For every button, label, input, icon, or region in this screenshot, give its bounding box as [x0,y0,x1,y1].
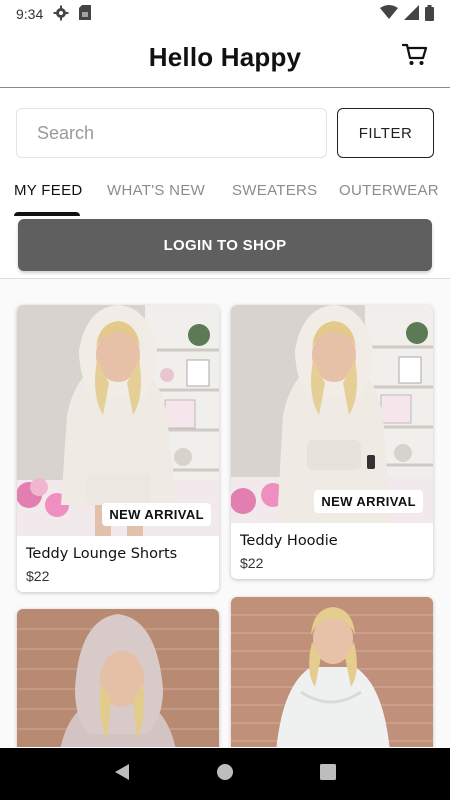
product-image [17,609,219,747]
product-price: $22 [26,568,50,584]
recents-icon [320,763,337,785]
back-button[interactable] [107,759,137,789]
product-card[interactable]: NEW ARRIVAL Teddy Hoodie $22 [231,305,433,579]
recents-button[interactable] [313,759,343,789]
tab-outerwear[interactable]: OUTERWEAR [339,182,439,199]
product-image: NEW ARRIVAL [17,305,219,536]
product-card[interactable] [17,609,219,747]
tab-active-indicator [14,212,80,216]
cart-button[interactable] [400,42,430,72]
product-image: NEW ARRIVAL [231,305,433,523]
home-icon [216,763,234,786]
login-to-shop-button[interactable]: LOGIN TO SHOP [18,219,432,271]
wifi-icon [380,5,398,23]
product-grid: NEW ARRIVAL Teddy Lounge Shorts $22 NEW … [0,279,450,747]
filter-button[interactable]: FILTER [337,108,434,158]
back-icon [114,763,130,786]
gear-icon [53,5,69,24]
app-header: Hello Happy [0,28,450,88]
sim-card-icon [79,5,92,23]
product-card[interactable] [231,597,433,747]
system-nav-bar [0,748,450,800]
new-arrival-badge: NEW ARRIVAL [314,490,423,513]
tab-sweaters[interactable]: SWEATERS [232,182,317,199]
signal-icon [404,5,419,23]
new-arrival-badge: NEW ARRIVAL [102,503,211,526]
product-image [231,597,433,747]
product-card[interactable]: NEW ARRIVAL Teddy Lounge Shorts $22 [17,305,219,592]
product-name: Teddy Lounge Shorts [26,546,178,562]
status-time: 9:34 [16,6,44,22]
battery-icon [425,4,434,24]
category-tabs: MY FEED WHAT'S NEW SWEATERS OUTERWEAR [0,172,450,216]
home-button[interactable] [210,759,240,789]
search-input[interactable]: Search [16,108,327,158]
cart-icon [401,43,428,72]
search-row: Search FILTER [16,108,434,160]
page-title: Hello Happy [148,42,302,72]
product-price: $22 [240,555,264,571]
tab-whats-new[interactable]: WHAT'S NEW [107,182,205,199]
tab-my-feed[interactable]: MY FEED [14,182,83,199]
status-bar: 9:34 [0,0,450,28]
search-placeholder: Search [37,122,95,143]
product-name: Teddy Hoodie [240,533,338,549]
